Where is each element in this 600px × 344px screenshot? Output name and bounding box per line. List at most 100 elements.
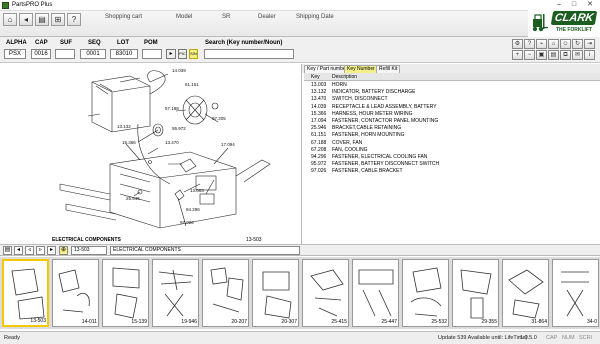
key-column-header[interactable]: Key [311,74,320,80]
cart-icon[interactable]: ⊞ [51,13,65,26]
table-row[interactable]: 14.039 RECEPTACLE & LEAD ASSEMBLY, BATTER… [304,104,600,111]
callout-label[interactable]: 94.296 [186,207,200,212]
search-input[interactable] [204,49,294,59]
part-description: COVER, FAN [332,139,363,146]
print-drawing-icon[interactable]: ▤ [3,246,12,255]
suf-field[interactable] [55,49,75,59]
options-icon[interactable]: ⚙ [512,39,523,49]
print-page-icon[interactable]: ▤ [548,50,559,60]
table-row[interactable]: 13.132 INDICATOR, BATTERY DISCHARGE [304,89,600,96]
print-icon[interactable]: ▤ [35,13,49,26]
alpha-field[interactable]: PSX [4,49,26,59]
table-row[interactable]: 13.003 HORN [304,82,600,89]
pom-field[interactable] [142,49,162,59]
callout-label[interactable]: 13.003 [190,188,204,193]
part-description: FASTENER, HORN MOUNTING [332,132,405,139]
caps-indicator: CAP [546,335,558,341]
maximize-button[interactable]: □ [567,1,581,9]
callout-label[interactable]: 97.026 [180,220,194,225]
help-icon[interactable]: ? [67,13,81,26]
callout-label[interactable]: 57.188 [165,106,179,111]
sr-link[interactable]: SR [222,14,230,20]
refresh-icon[interactable]: ↻ [572,39,583,49]
section-name-field[interactable]: ELECTRICAL COMPONENTS [110,246,300,255]
callout-label[interactable]: 15.366 [122,140,136,145]
part-description: FASTENER, BATTERY DISCONNECT SWITCH [332,161,440,168]
shopping-cart-link[interactable]: Shopping cart [105,14,142,20]
info-icon[interactable]: i [584,50,595,60]
thumbnail-20-207[interactable]: 20-207 [202,259,249,327]
zoom-in-icon[interactable]: + [512,50,523,60]
thumbnail-29-355[interactable]: 29-355 [452,259,499,327]
shipping-date-link[interactable]: Shipping Date [296,14,334,20]
fit-icon[interactable]: ▣ [536,50,547,60]
table-row[interactable]: 67.208 FAN, COOLING [304,147,600,154]
callout-label[interactable]: 13.132 [117,124,131,129]
last-page-icon[interactable]: ▸ [47,246,56,255]
pic-button[interactable]: PIC [178,49,187,59]
sn-button[interactable]: S/N [189,49,198,59]
exit-icon[interactable]: ⇥ [584,39,595,49]
copy-icon[interactable]: ⧉ [560,50,571,60]
thumbnail-25-532[interactable]: 25-532 [402,259,449,327]
callout-label[interactable]: 95.972 [172,126,186,131]
table-row[interactable]: 25.946 BRACKET,CABLE RETAINING [304,125,600,132]
callout-label[interactable]: 13.470 [165,140,179,145]
callout-label[interactable]: 61.151 [185,82,199,87]
callout-label[interactable]: 14.039 [172,68,186,73]
parts-drawing[interactable]: 14.039 61.151 57.188 97.205 13.132 95.97… [0,64,302,244]
thumbnail-31-864[interactable]: 31-864 [502,259,549,327]
lot-field[interactable]: 83010 [110,49,138,59]
cap-field[interactable]: 0016 [31,49,51,59]
lookup-button[interactable]: ▸ [166,49,176,59]
back-icon[interactable]: ◂ [19,13,33,26]
part-key: 13.132 [311,89,327,96]
prev-page-icon[interactable]: ◃ [25,246,34,255]
table-row[interactable]: 15.366 HARNESS, HOUR METER WIRING [304,111,600,118]
table-row[interactable]: 67.188 COVER, FAN [304,140,600,147]
thumbnail-34-0[interactable]: 34-0 [552,259,599,327]
thumbnail-13-503[interactable]: 13-503 [2,259,49,327]
callout-label[interactable]: 25.946 [126,196,140,201]
table-row[interactable]: 94.296 FASTENER, ELECTRICAL COOLING FAN [304,154,600,161]
minimize-button[interactable]: – [552,1,566,9]
link-icon[interactable]: ⌁ [536,39,547,49]
thumbnail-19-946[interactable]: 19-946 [152,259,199,327]
part-description: RECEPTACLE & LEAD ASSEMBLY, BATTERY [332,103,437,110]
thumbnail-14-011[interactable]: 14-011 [52,259,99,327]
home-icon[interactable]: ⌂ [3,13,17,26]
status-bar: Ready Update 539 Available until: LifeTi… [0,331,600,344]
parts-list-header: Key Description [304,73,600,81]
thumbnail-15-139[interactable]: 15-139 [102,259,149,327]
part-description: BRACKET,CABLE RETAINING [332,125,402,132]
first-page-icon[interactable]: ◂ [14,246,23,255]
tab-refill-kit[interactable]: Refill Kit [376,65,401,73]
thumbnail-drawing [410,267,442,317]
help-book-icon[interactable]: ? [524,39,535,49]
callout-label[interactable]: 17.094 [221,142,235,147]
dealer-link[interactable]: Dealer [258,14,276,20]
zoom-out-icon[interactable]: − [524,50,535,60]
table-row[interactable]: 95.972 FASTENER, BATTERY DISCONNECT SWITC… [304,161,600,168]
description-column-header[interactable]: Description [332,74,357,80]
page-number-field[interactable]: 13-503 [71,246,107,255]
home-page-icon[interactable]: ⌂ [548,39,559,49]
close-button[interactable]: ✕ [583,1,597,9]
mail-icon[interactable]: ✉ [572,50,583,60]
table-row[interactable]: 13.470 SWITCH, DISCONNECT [304,96,600,103]
thumbnail-20-307[interactable]: 20-307 [252,259,299,327]
zoom-icon[interactable]: ⊕ [59,246,68,255]
tab-key-number[interactable]: Key Number [344,65,378,73]
thumbnail-drawing [460,269,492,319]
window-title: PartsPRO Plus [12,2,53,8]
next-page-icon[interactable]: ▹ [36,246,45,255]
table-row[interactable]: 97.026 FASTENER, CABLE BRACKET [304,168,600,175]
thumbnail-25-447[interactable]: 25-447 [352,259,399,327]
table-row[interactable]: 17.094 FASTENER, CONTACTOR PANEL MOUNTING [304,118,600,125]
callout-label[interactable]: 97.205 [212,116,226,121]
seq-field[interactable]: 0001 [80,49,106,59]
model-link[interactable]: Model [176,14,192,20]
thumbnail-25-415[interactable]: 25-415 [302,259,349,327]
table-row[interactable]: 61.151 FASTENER, HORN MOUNTING [304,132,600,139]
users-icon[interactable]: ☺ [560,39,571,49]
